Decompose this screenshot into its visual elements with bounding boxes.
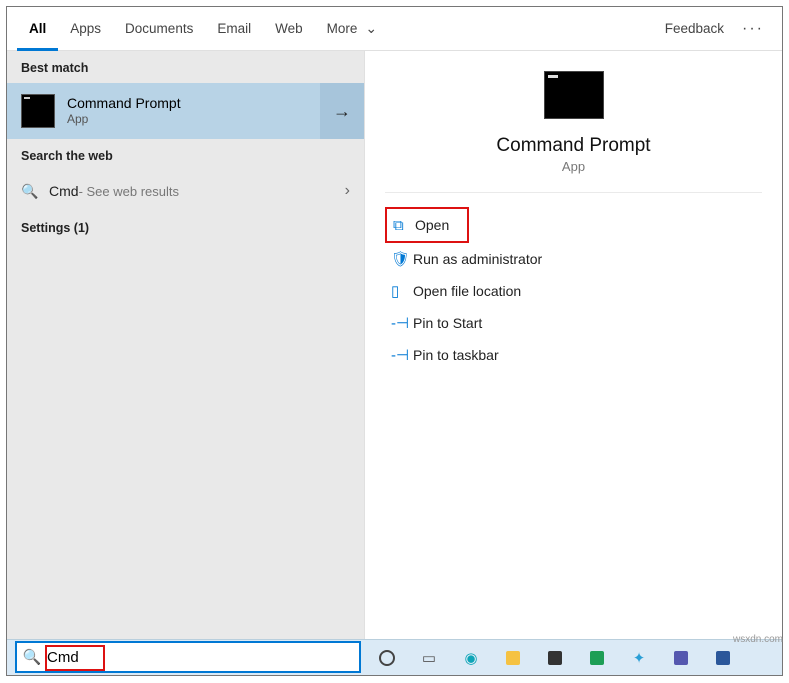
- action-open-location[interactable]: ▯ Open file location: [385, 275, 762, 307]
- cmd-icon: [21, 94, 55, 128]
- task-view-icon[interactable]: ▭: [419, 648, 439, 668]
- explorer-icon[interactable]: [503, 648, 523, 668]
- web-hint: - See web results: [79, 184, 179, 199]
- app-icon[interactable]: ✦: [629, 648, 649, 668]
- word-icon[interactable]: [713, 648, 733, 668]
- preview-pane: Command Prompt App ⧉ Open 🛡 Run as admin…: [365, 51, 782, 675]
- preview-type: App: [562, 159, 585, 174]
- action-label: Pin to Start: [413, 315, 482, 331]
- search-icon: 🔍: [21, 183, 39, 200]
- feedback-link[interactable]: Feedback: [655, 21, 734, 36]
- open-icon: ⧉: [393, 217, 415, 234]
- preview-title: Command Prompt: [496, 135, 650, 157]
- tab-apps[interactable]: Apps: [58, 7, 113, 51]
- teams-icon[interactable]: [671, 648, 691, 668]
- action-pin-taskbar[interactable]: -⊣ Pin to taskbar: [385, 339, 762, 371]
- watermark: wsxdn.com: [733, 634, 783, 645]
- search-icon: 🔍: [17, 648, 47, 666]
- edge-icon[interactable]: ◉: [461, 648, 481, 668]
- action-label: Open: [415, 217, 449, 233]
- tab-web[interactable]: Web: [263, 7, 315, 51]
- action-run-admin[interactable]: 🛡 Run as administrator: [385, 243, 762, 275]
- taskbar-search[interactable]: 🔍: [15, 641, 361, 673]
- tab-more[interactable]: More ⌄: [315, 7, 398, 51]
- action-open[interactable]: ⧉ Open: [387, 209, 467, 241]
- result-title: Command Prompt: [67, 96, 181, 111]
- action-label: Pin to taskbar: [413, 347, 499, 363]
- tab-all[interactable]: All: [17, 7, 58, 51]
- filter-tabs: All Apps Documents Email Web More ⌄ Feed…: [7, 7, 782, 51]
- expand-arrow-icon[interactable]: →: [320, 83, 364, 139]
- preview-icon: [544, 71, 604, 119]
- store-icon[interactable]: [545, 648, 565, 668]
- pin-icon: -⊣: [391, 314, 413, 332]
- excel-icon[interactable]: [587, 648, 607, 668]
- result-type: App: [67, 112, 181, 126]
- actions-list: ⧉ Open 🛡 Run as administrator ▯ Open fil…: [365, 193, 782, 371]
- results-list: Best match Command Prompt App → Search t…: [7, 51, 365, 675]
- action-pin-start[interactable]: -⊣ Pin to Start: [385, 307, 762, 339]
- cortana-icon[interactable]: [377, 648, 397, 668]
- tab-email[interactable]: Email: [205, 7, 263, 51]
- best-match-item[interactable]: Command Prompt App →: [7, 83, 364, 139]
- preview-header: Command Prompt App: [385, 71, 762, 193]
- web-query: Cmd: [49, 183, 79, 199]
- results-body: Best match Command Prompt App → Search t…: [7, 51, 782, 675]
- search-input[interactable]: [47, 649, 359, 666]
- chevron-right-icon: ›: [345, 182, 350, 200]
- folder-icon: ▯: [391, 282, 413, 300]
- pin-icon: -⊣: [391, 346, 413, 364]
- more-options-icon[interactable]: ···: [734, 20, 772, 38]
- web-result[interactable]: 🔍 Cmd - See web results ›: [7, 171, 364, 211]
- settings-header[interactable]: Settings (1): [7, 211, 364, 243]
- search-web-header: Search the web: [7, 139, 364, 171]
- search-window: All Apps Documents Email Web More ⌄ Feed…: [6, 6, 783, 676]
- chevron-down-icon: ⌄: [357, 20, 385, 37]
- tab-documents[interactable]: Documents: [113, 7, 205, 51]
- best-match-header: Best match: [7, 51, 364, 83]
- action-label: Open file location: [413, 283, 521, 299]
- action-label: Run as administrator: [413, 251, 542, 267]
- admin-icon: 🛡: [391, 250, 413, 268]
